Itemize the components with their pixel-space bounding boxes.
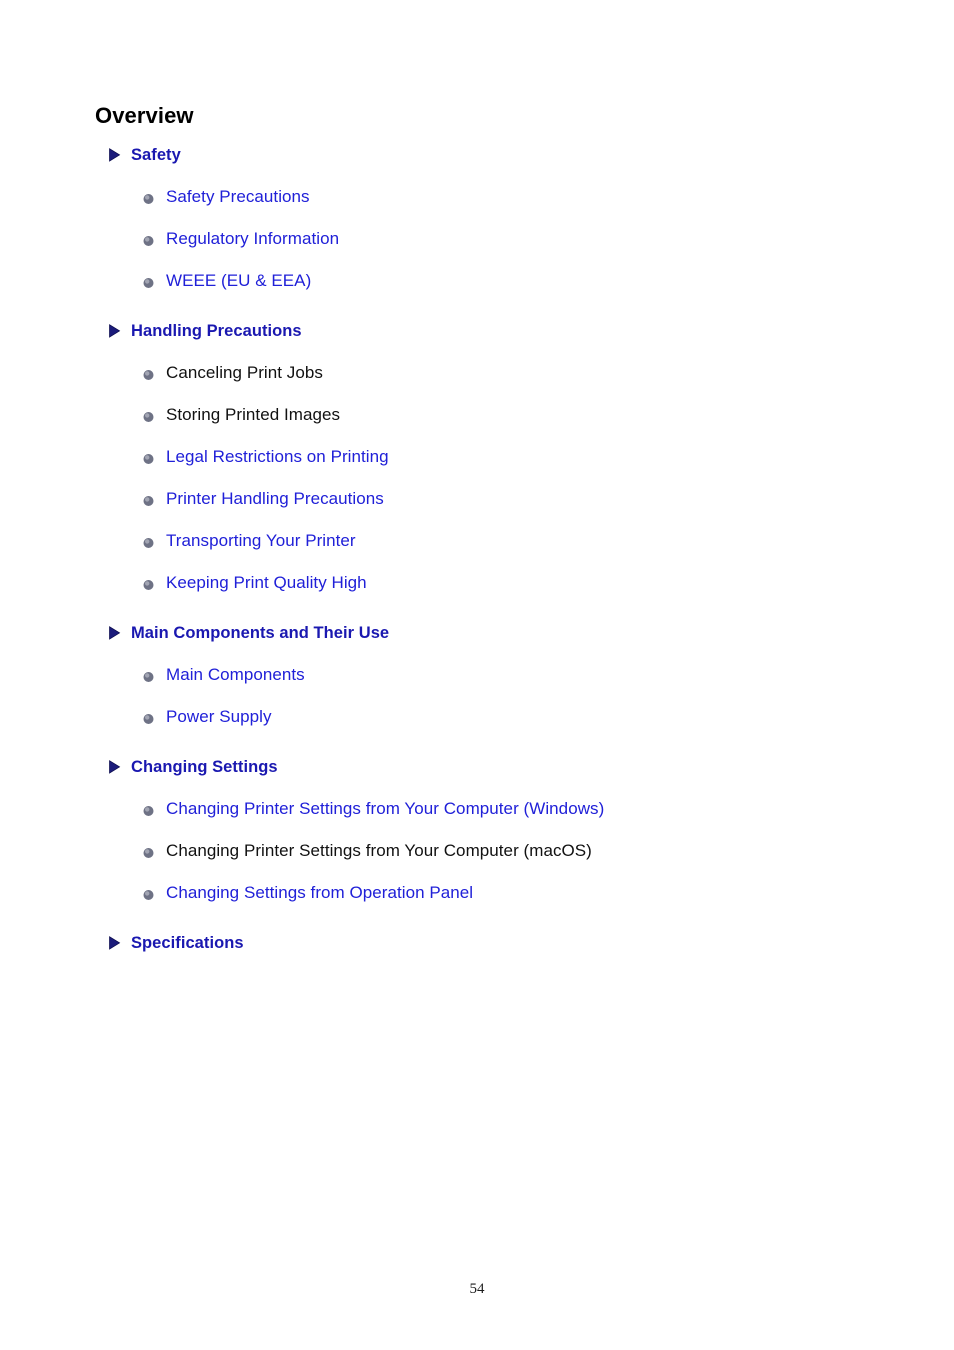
toc-section: Safety Safety Precautions Regulatory Infor… — [0, 134, 954, 310]
table-of-contents: Safety Safety Precautions Regulatory Infor… — [0, 134, 954, 964]
sphere-bullet-icon — [143, 670, 154, 682]
page-number: 54 — [469, 1281, 485, 1297]
toc-section: Handling Precautions Canceling Print Jobs… — [0, 310, 954, 612]
toc-section: Main Components and Their Use Main Compon… — [0, 612, 954, 746]
toc-link-item[interactable]: Regulatory Information — [0, 218, 954, 260]
toc-link-item[interactable]: Transporting Your Printer — [0, 520, 954, 562]
toc-item-label: Storing Printed Images — [166, 405, 341, 424]
sphere-bullet-icon — [143, 888, 154, 900]
toc-item-label: Keeping Print Quality High — [166, 573, 367, 592]
sphere-bullet-icon — [143, 494, 154, 506]
toc-section: Specifications — [0, 922, 954, 964]
toc-link-item[interactable]: Main Components — [0, 654, 954, 696]
sphere-bullet-icon — [143, 536, 154, 548]
toc-item-label: Changing Settings from Operation Panel — [166, 883, 474, 902]
toc-item-label: Safety Precautions — [166, 187, 310, 206]
toc-section-label: Specifications — [131, 933, 244, 952]
toc-link-item[interactable]: Keeping Print Quality High — [0, 562, 954, 604]
toc-section-heading[interactable]: Changing Settings — [0, 746, 954, 788]
arrow-right-icon — [107, 148, 122, 163]
toc-link-item[interactable]: Printer Handling Precautions — [0, 478, 954, 520]
toc-section-label: Changing Settings — [131, 757, 278, 776]
arrow-right-icon — [107, 324, 122, 339]
sphere-bullet-icon — [143, 192, 154, 204]
toc-item-label: Regulatory Information — [166, 229, 340, 248]
toc-section-heading[interactable]: Specifications — [0, 922, 954, 964]
sphere-bullet-icon — [143, 368, 154, 380]
toc-item-label: Legal Restrictions on Printing — [166, 447, 389, 466]
toc-item-label: Printer Handling Precautions — [166, 489, 384, 508]
toc-item-label: Main Components — [166, 665, 305, 684]
toc-item-label: Changing Printer Settings from Your Comp… — [166, 841, 592, 860]
arrow-right-icon — [107, 936, 122, 951]
toc-item-label: WEEE (EU & EEA) — [166, 271, 312, 290]
toc-link-item[interactable]: Legal Restrictions on Printing — [0, 436, 954, 478]
sphere-bullet-icon — [143, 804, 154, 816]
toc-section-heading[interactable]: Main Components and Their Use — [0, 612, 954, 654]
toc-section-label: Main Components and Their Use — [131, 623, 390, 642]
toc-link-item[interactable]: Changing Printer Settings from Your Comp… — [0, 788, 954, 830]
toc-link-item[interactable]: Safety Precautions — [0, 176, 954, 218]
arrow-right-icon — [107, 760, 122, 775]
sphere-bullet-icon — [143, 846, 154, 858]
toc-text-item: Changing Printer Settings from Your Comp… — [0, 830, 954, 872]
toc-item-label: Canceling Print Jobs — [166, 363, 323, 382]
toc-section-heading[interactable]: Handling Precautions — [0, 310, 954, 352]
sphere-bullet-icon — [143, 712, 154, 724]
toc-section: Changing Settings Changing Printer Settin… — [0, 746, 954, 922]
document-page: Overview Safety Safety Precautions Regulat… — [0, 0, 954, 1350]
sphere-bullet-icon — [143, 234, 154, 246]
page-title: Overview — [95, 102, 194, 128]
sphere-bullet-icon — [143, 578, 154, 590]
sphere-bullet-icon — [143, 452, 154, 464]
toc-text-item: Canceling Print Jobs — [0, 352, 954, 394]
toc-link-item[interactable]: WEEE (EU & EEA) — [0, 260, 954, 302]
toc-section-label: Safety — [131, 145, 181, 164]
toc-section-label: Handling Precautions — [131, 321, 302, 340]
sphere-bullet-icon — [143, 410, 154, 422]
toc-item-label: Power Supply — [166, 707, 272, 726]
toc-section-heading[interactable]: Safety — [0, 134, 954, 176]
toc-text-item: Storing Printed Images — [0, 394, 954, 436]
toc-link-item[interactable]: Changing Settings from Operation Panel — [0, 872, 954, 914]
arrow-right-icon — [107, 626, 122, 641]
sphere-bullet-icon — [143, 276, 154, 288]
toc-link-item[interactable]: Power Supply — [0, 696, 954, 738]
toc-item-label: Transporting Your Printer — [166, 531, 356, 550]
toc-item-label: Changing Printer Settings from Your Comp… — [166, 799, 605, 818]
